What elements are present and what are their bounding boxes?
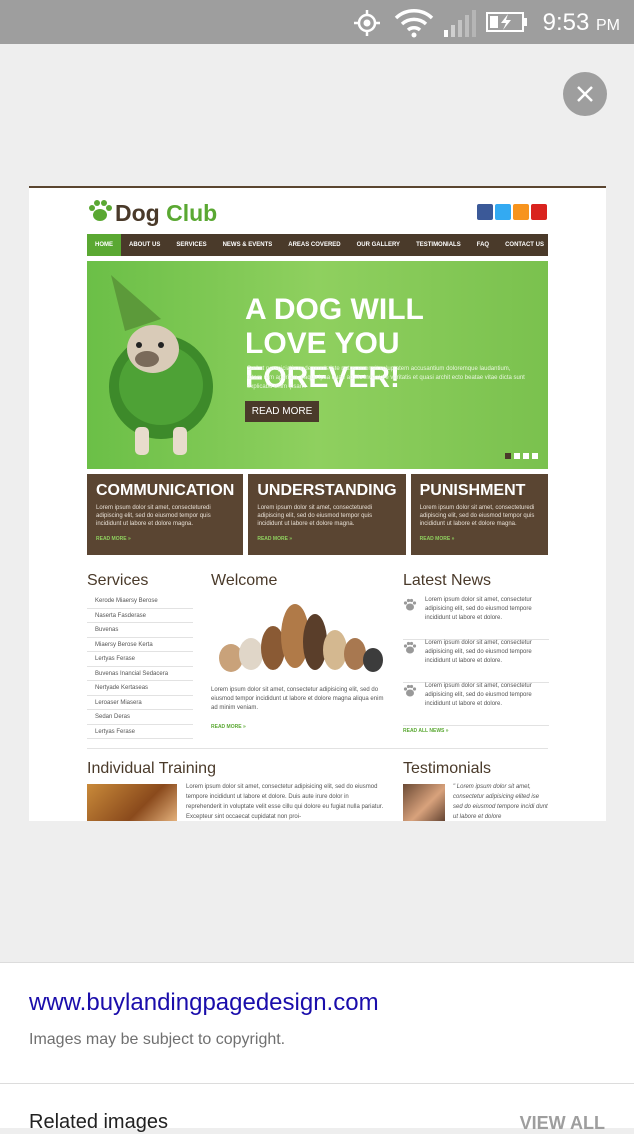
hero-banner: A DOG WILL LOVE YOU FOREVER! Sed ut pers… — [87, 261, 548, 469]
battery-charging-icon — [486, 12, 527, 32]
social-icons — [477, 204, 547, 220]
feature-boxes: COMMUNICATION Lorem ipsum dolor sit amet… — [87, 474, 548, 555]
site-nav: HOME ABOUT US SERVICES NEWS & EVENTS ARE… — [87, 234, 548, 256]
wifi-icon — [394, 9, 434, 38]
services-title: Services — [87, 572, 149, 589]
list-item: Lertyas Ferase — [87, 652, 193, 667]
training-text: Lorem ipsum dolor sit amet, consectetur … — [186, 784, 384, 820]
list-item: Buvenas — [87, 623, 193, 638]
training-title: Individual Training — [87, 760, 216, 777]
welcome-title: Welcome — [211, 572, 278, 589]
nav-contact: CONTACT US — [505, 242, 544, 248]
signal-icon — [444, 10, 476, 37]
testimonials-title: Testimonials — [403, 760, 492, 777]
status-bar: 9:53 PM — [0, 0, 634, 44]
dog-illustration — [109, 275, 213, 455]
paw-icon — [403, 641, 417, 654]
paw-icon — [403, 684, 417, 697]
list-item: Kerode Miaersy Berose — [87, 594, 193, 609]
nav-testimonials: TESTIMONIALS — [416, 242, 461, 248]
testimonial-photo — [403, 784, 445, 821]
list-item: Nertyade Kertaseas — [87, 681, 193, 696]
training-photo — [87, 784, 177, 821]
nav-areas: AREAS COVERED — [288, 242, 341, 248]
list-item: Sedan Deras — [87, 710, 193, 725]
slider-dots — [505, 453, 538, 459]
hero-read-more: READ MORE — [245, 401, 319, 422]
clock: 9:53 PM — [542, 9, 620, 36]
preview-image[interactable]: Dog Club HOME ABOUT US SERVICES NEWS & E… — [29, 186, 606, 821]
list-item: Naserta Fasderase — [87, 609, 193, 623]
related-images-title: Related images — [29, 1111, 168, 1133]
welcome-text: Lorem ipsum dolor sit amet, consectetur … — [211, 687, 384, 711]
feature-box: UNDERSTANDING Lorem ipsum dolor sit amet… — [248, 474, 406, 555]
site-logo: Dog Club — [115, 200, 218, 226]
nav-home: HOME — [87, 234, 121, 256]
services-list: Kerode Miaersy Berose Naserta Fasderase … — [87, 594, 193, 739]
news-item: Lorem ipsum dolor sit amet, consectetur … — [403, 639, 549, 683]
facebook-icon — [477, 204, 493, 220]
nav-services: SERVICES — [176, 242, 207, 248]
gps-icon — [354, 10, 380, 36]
list-item: Lertyas Ferase — [87, 725, 193, 739]
feature-box: PUNISHMENT Lorem ipsum dolor sit amet, c… — [410, 474, 548, 555]
news-title: Latest News — [403, 572, 492, 589]
welcome-read-more: READ MORE » — [211, 724, 246, 730]
paw-icon — [403, 598, 417, 611]
hero-text: Sed ut perspiciatis unde omnis iste natu… — [247, 366, 525, 390]
news-read-all: READ ALL NEWS » — [403, 728, 449, 734]
list-item: Leroaser Miasera — [87, 696, 193, 710]
section-divider — [87, 748, 548, 749]
paw-logo-icon — [89, 200, 112, 221]
youtube-icon — [531, 204, 547, 220]
close-button[interactable] — [563, 72, 607, 116]
nav-news: NEWS & EVENTS — [222, 242, 273, 248]
list-item: Buvenas Inancial Sedacera — [87, 667, 193, 681]
nav-faq: FAQ — [476, 242, 490, 248]
divider — [0, 1083, 634, 1084]
source-link[interactable]: www.buylandingpagedesign.com — [29, 989, 379, 1017]
testimonial-text: " Lorem ipsum dolor sit amet, consectetu… — [453, 784, 548, 820]
twitter-icon — [495, 204, 511, 220]
nav-about: ABOUT US — [129, 242, 161, 248]
news-item: Lorem ipsum dolor sit amet, consectetur … — [403, 682, 549, 726]
close-icon — [577, 86, 593, 102]
dogs-photo — [219, 604, 383, 672]
copyright-notice: Images may be subject to copyright. — [29, 1031, 286, 1048]
feature-box: COMMUNICATION Lorem ipsum dolor sit amet… — [87, 474, 244, 555]
view-all-button[interactable]: VIEW ALL — [520, 1113, 605, 1134]
rss-icon — [513, 204, 529, 220]
info-sheet: www.buylandingpagedesign.com Images may … — [0, 962, 634, 1133]
list-item: Miaersy Berose Kerta — [87, 638, 193, 652]
nav-gallery: OUR GALLERY — [356, 242, 401, 248]
news-item: Lorem ipsum dolor sit amet, consectetur … — [403, 596, 549, 640]
